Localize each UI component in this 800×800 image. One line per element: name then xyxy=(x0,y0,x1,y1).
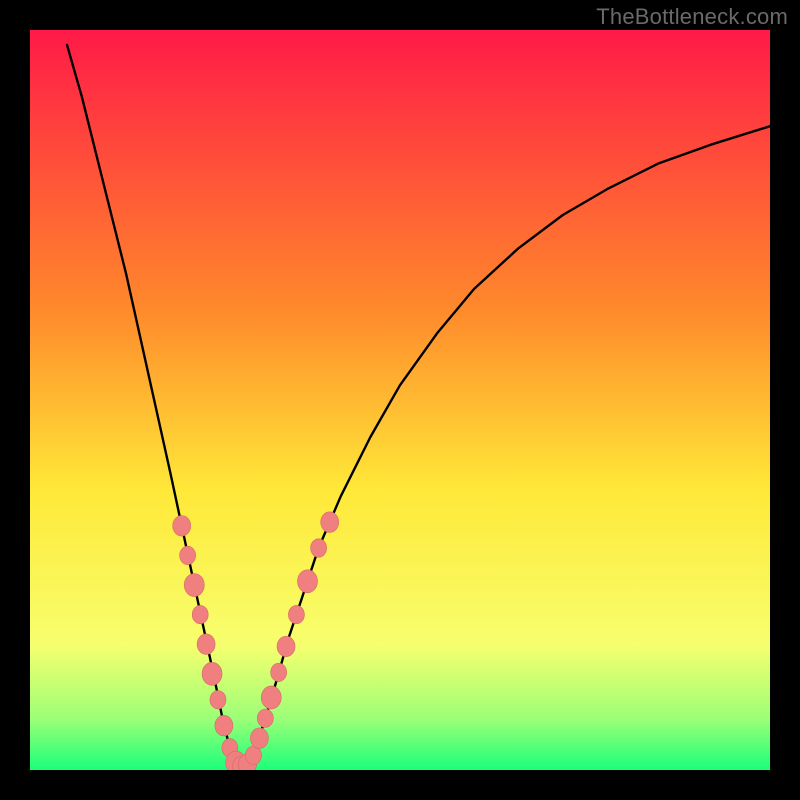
curve-dot xyxy=(277,636,295,657)
curve-dot xyxy=(288,605,304,623)
curve-dot xyxy=(180,546,196,564)
chart-frame: TheBottleneck.com xyxy=(0,0,800,800)
gradient-bg xyxy=(30,30,770,770)
watermark-label: TheBottleneck.com xyxy=(596,4,788,30)
curve-dot xyxy=(250,728,268,749)
curve-dot xyxy=(184,574,204,597)
curve-dot xyxy=(298,570,318,593)
curve-dot xyxy=(311,539,327,557)
curve-dot xyxy=(173,516,191,537)
curve-dot xyxy=(202,662,222,685)
curve-dot xyxy=(271,663,287,681)
curve-dot xyxy=(261,686,281,709)
curve-dot xyxy=(210,691,226,709)
plot-area xyxy=(30,30,770,770)
curve-dot xyxy=(215,715,233,736)
curve-dot xyxy=(197,634,215,655)
curve-dot xyxy=(257,709,273,727)
curve-dot xyxy=(192,605,208,623)
chart-svg xyxy=(30,30,770,770)
curve-dot xyxy=(321,512,339,533)
